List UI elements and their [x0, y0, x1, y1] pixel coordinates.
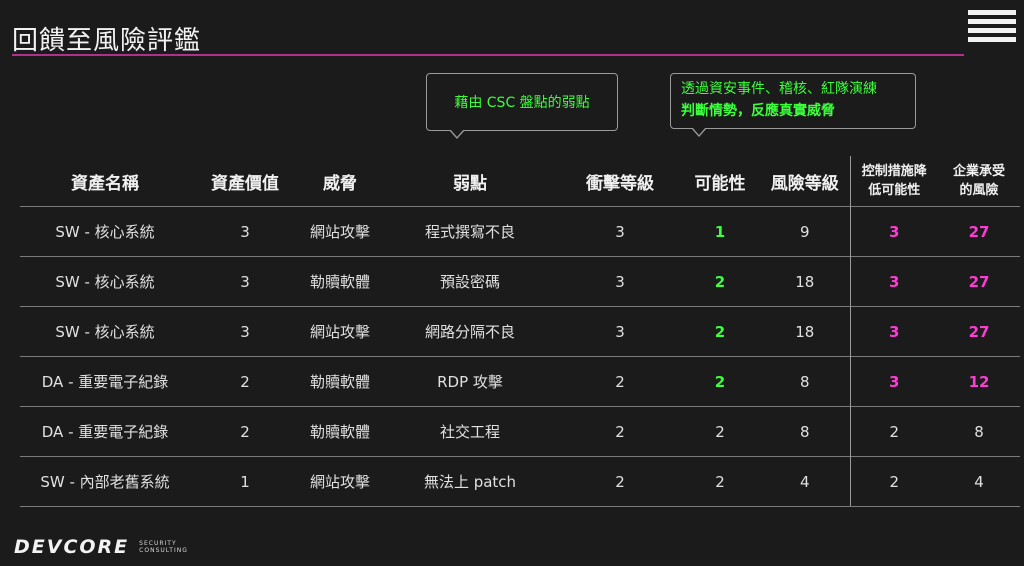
cell-control: 3	[849, 356, 938, 407]
cell-control: 3	[849, 306, 938, 357]
cell-asset: SW - 內部老舊系統	[20, 456, 190, 507]
cell-control: 3	[849, 206, 938, 257]
logo-tagline: SECURITY CONSULTING	[139, 540, 188, 554]
cell-value: 3	[190, 206, 300, 257]
cell-likelihood: 1	[680, 206, 760, 257]
logo-tagline-line2: CONSULTING	[139, 547, 188, 554]
cell-risk: 9	[760, 206, 850, 257]
cell-threat: 勒贖軟體	[300, 406, 380, 457]
table-header-row: 資產名稱 資產價值 威脅 弱點 衝擊等級 可能性 風險等級 控制措施降 低可能性…	[20, 156, 1020, 207]
cell-likelihood: 2	[680, 456, 760, 507]
csc-callout: 藉由 CSC 盤點的弱點	[426, 73, 618, 139]
header-weakness: 弱點	[453, 173, 487, 194]
risk-assessment-table: 資產名稱 資產價值 威脅 弱點 衝擊等級 可能性 風險等級 控制措施降 低可能性…	[20, 156, 1020, 507]
table-row: DA - 重要電子紀錄 2 勒贖軟體 RDP 攻擊 2 2 8 3 12	[20, 356, 1020, 407]
cell-weakness: 網路分隔不良	[380, 306, 560, 357]
layers-icon	[968, 10, 1016, 42]
cell-weakness: 預設密碼	[380, 256, 560, 307]
header-control-line1: 控制措施降	[861, 164, 927, 179]
cell-risk: 8	[760, 406, 850, 457]
cell-likelihood: 2	[680, 356, 760, 407]
cell-asset: DA - 重要電子紀錄	[20, 406, 190, 457]
cell-risk: 18	[760, 306, 850, 357]
table-row: SW - 核心系統 3 勒贖軟體 預設密碼 3 2 18 3 27	[20, 256, 1020, 307]
cell-threat: 網站攻擊	[300, 306, 380, 357]
header-residual: 企業承受 的風險	[938, 156, 1020, 207]
cell-control: 3	[849, 256, 938, 307]
cell-threat: 勒贖軟體	[300, 356, 380, 407]
header-threat: 威脅	[323, 173, 357, 194]
cell-residual: 27	[938, 206, 1020, 257]
cell-weakness: RDP 攻擊	[380, 356, 560, 407]
events-callout: 透過資安事件、稽核、紅隊演練 判斷情勢，反應真實威脅	[670, 73, 916, 137]
cell-value: 1	[190, 456, 300, 507]
events-callout-line1: 透過資安事件、稽核、紅隊演練	[681, 81, 877, 97]
cell-risk: 8	[760, 356, 850, 407]
callout-pointer	[449, 129, 465, 139]
cell-likelihood: 2	[680, 306, 760, 357]
cell-residual: 8	[938, 406, 1020, 457]
cell-weakness: 社交工程	[380, 406, 560, 457]
cell-impact: 2	[560, 406, 680, 457]
table-row: SW - 核心系統 3 網站攻擊 程式撰寫不良 3 1 9 3 27	[20, 206, 1020, 257]
events-callout-line2: 判斷情勢，反應真實威脅	[681, 103, 835, 119]
cell-asset: SW - 核心系統	[20, 306, 190, 357]
header-control: 控制措施降 低可能性	[849, 156, 938, 207]
csc-callout-text: 藉由 CSC 盤點的弱點	[454, 95, 590, 111]
cell-asset: SW - 核心系統	[20, 206, 190, 257]
cell-likelihood: 2	[680, 406, 760, 457]
slide-title: 回饋至風險評鑑	[12, 26, 202, 56]
cell-threat: 網站攻擊	[300, 456, 380, 507]
header-value: 資產價值	[211, 173, 279, 194]
header-residual-line1: 企業承受	[952, 164, 1005, 179]
title-underline	[12, 54, 964, 56]
callout-pointer	[691, 127, 707, 137]
cell-asset: DA - 重要電子紀錄	[20, 356, 190, 407]
cell-residual: 4	[938, 456, 1020, 507]
table-row: DA - 重要電子紀錄 2 勒贖軟體 社交工程 2 2 8 2 8	[20, 406, 1020, 457]
cell-residual: 27	[938, 256, 1020, 307]
logo-tagline-line1: SECURITY	[139, 540, 177, 547]
header-residual-line2: 的風險	[959, 183, 999, 198]
cell-value: 2	[190, 356, 300, 407]
cell-weakness: 無法上 patch	[380, 456, 560, 507]
cell-likelihood: 2	[680, 256, 760, 307]
cell-control: 2	[849, 406, 938, 457]
cell-threat: 勒贖軟體	[300, 256, 380, 307]
devcore-logo: DEVCORE SECURITY CONSULTING	[14, 536, 188, 558]
cell-residual: 12	[938, 356, 1020, 407]
cell-value: 3	[190, 306, 300, 357]
cell-weakness: 程式撰寫不良	[380, 206, 560, 257]
cell-value: 3	[190, 256, 300, 307]
cell-impact: 2	[560, 456, 680, 507]
header-control-line2: 低可能性	[868, 183, 921, 198]
header-likelihood: 可能性	[694, 173, 746, 194]
header-asset: 資產名稱	[71, 173, 139, 194]
cell-impact: 3	[560, 256, 680, 307]
cell-impact: 2	[560, 356, 680, 407]
cell-threat: 網站攻擊	[300, 206, 380, 257]
cell-control: 2	[849, 456, 938, 507]
logo-wordmark: DEVCORE	[14, 536, 130, 558]
cell-impact: 3	[560, 306, 680, 357]
cell-impact: 3	[560, 206, 680, 257]
cell-residual: 27	[938, 306, 1020, 357]
cell-asset: SW - 核心系統	[20, 256, 190, 307]
cell-risk: 18	[760, 256, 850, 307]
header-risk: 風險等級	[770, 173, 839, 194]
cell-risk: 4	[760, 456, 850, 507]
cell-value: 2	[190, 406, 300, 457]
header-impact: 衝擊等級	[586, 173, 654, 194]
table-row: SW - 內部老舊系統 1 網站攻擊 無法上 patch 2 2 4 2 4	[20, 456, 1020, 507]
table-row: SW - 核心系統 3 網站攻擊 網路分隔不良 3 2 18 3 27	[20, 306, 1020, 357]
